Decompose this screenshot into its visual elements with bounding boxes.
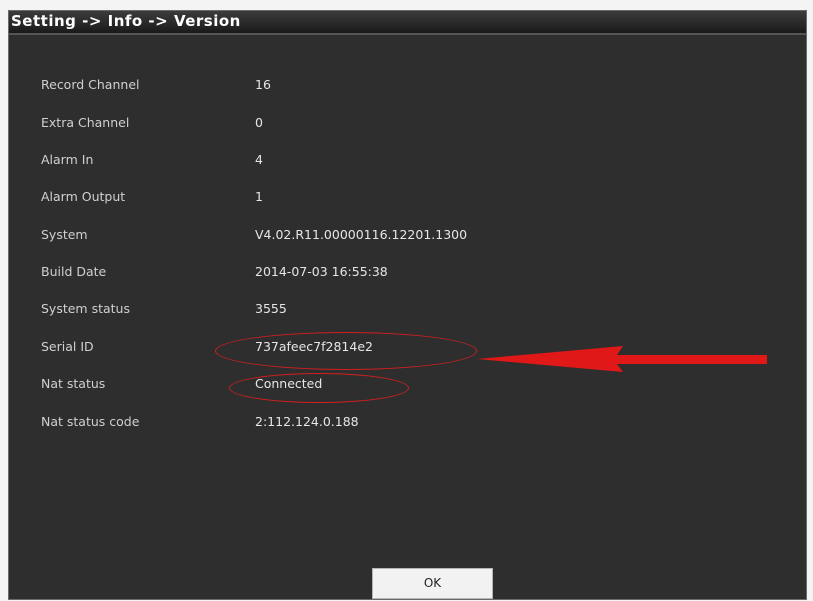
- row-label: Build Date: [41, 264, 107, 279]
- version-info-dialog: Setting -> Info -> Version Record Channe…: [8, 10, 807, 600]
- nat-status-highlight-ellipse: [229, 373, 409, 403]
- serial-id-highlight-ellipse: [215, 332, 477, 370]
- info-row-system-status: System status 3555: [9, 297, 806, 323]
- row-value: 4: [255, 152, 263, 167]
- row-value: 3555: [255, 301, 287, 316]
- info-row-record-channel: Record Channel 16: [9, 73, 806, 99]
- row-value: 0: [255, 115, 263, 130]
- row-label: Serial ID: [41, 339, 94, 354]
- info-row-nat-status-code: Nat status code 2:112.124.0.188: [9, 410, 806, 436]
- info-row-system: System V4.02.R11.00000116.12201.1300: [9, 223, 806, 249]
- row-value: V4.02.R11.00000116.12201.1300: [255, 227, 468, 242]
- row-value: 2014-07-03 16:55:38: [255, 264, 388, 279]
- row-value: 1: [255, 189, 263, 204]
- info-row-alarm-output: Alarm Output 1: [9, 185, 806, 211]
- row-label: Nat status code: [41, 414, 140, 429]
- dialog-titlebar: Setting -> Info -> Version: [9, 11, 806, 35]
- row-value: 16: [255, 77, 271, 92]
- info-row-alarm-in: Alarm In 4: [9, 148, 806, 174]
- row-label: Record Channel: [41, 77, 140, 92]
- row-label: Nat status: [41, 376, 106, 391]
- red-arrow-icon: [477, 346, 767, 372]
- info-row-extra-channel: Extra Channel 0: [9, 111, 806, 137]
- row-label: Extra Channel: [41, 115, 130, 130]
- ok-button[interactable]: OK: [372, 568, 493, 599]
- dialog-title: Setting -> Info -> Version: [11, 12, 241, 30]
- row-label: System: [41, 227, 88, 242]
- row-label: Alarm In: [41, 152, 94, 167]
- info-row-build-date: Build Date 2014-07-03 16:55:38: [9, 260, 806, 286]
- row-label: Alarm Output: [41, 189, 126, 204]
- row-label: System status: [41, 301, 130, 316]
- row-value: 2:112.124.0.188: [255, 414, 359, 429]
